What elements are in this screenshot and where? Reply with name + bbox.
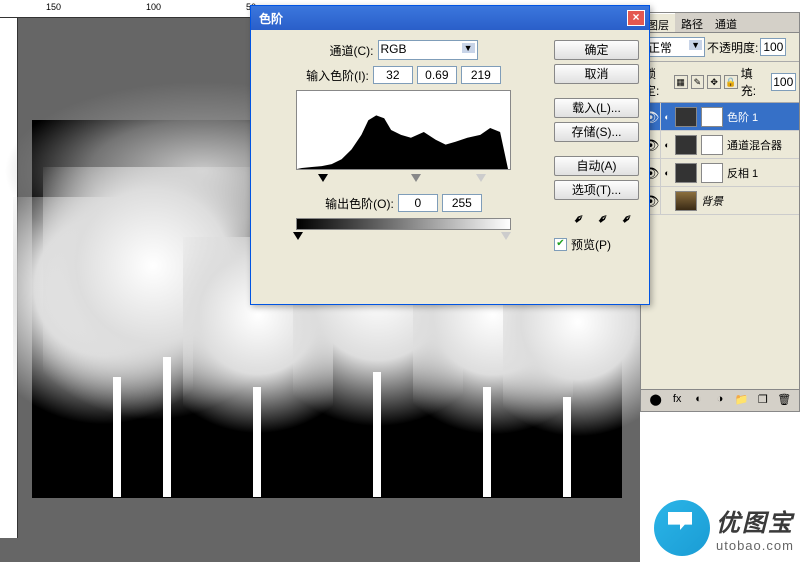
fill-label: 填充: <box>741 65 768 99</box>
levels-dialog: 色阶 × 通道(C): RGB 输入色阶(I): 32 0.69 219 <box>250 5 650 305</box>
ruler-mark: 150 <box>46 2 61 12</box>
input-slider[interactable] <box>296 174 511 186</box>
lock-all-icon[interactable]: 🔒 <box>724 75 738 89</box>
output-black-slider[interactable] <box>293 232 303 240</box>
preview-checkbox[interactable]: ✔ <box>554 238 567 251</box>
load-button[interactable]: 载入(L)... <box>554 98 639 118</box>
fx-icon[interactable]: fx <box>669 393 685 409</box>
panel-footer: ⬤ fx ◐ ◑ 📁 ❐ 🗑 <box>641 389 799 411</box>
auto-button[interactable]: 自动(A) <box>554 156 639 176</box>
layer-item[interactable]: 👁 背景 <box>641 187 799 215</box>
layer-item[interactable]: 👁 ◐ 通道混合器 <box>641 131 799 159</box>
layer-item[interactable]: 👁 ◐ 反相 1 <box>641 159 799 187</box>
trunk <box>163 357 171 497</box>
opacity-label: 不透明度: <box>707 39 758 56</box>
blend-mode-value: 正常 <box>648 41 672 55</box>
layer-name: 反相 1 <box>725 165 758 181</box>
input-white-field[interactable]: 219 <box>461 66 501 84</box>
lock-transparency-icon[interactable]: ▦ <box>674 75 688 89</box>
output-white-field[interactable]: 255 <box>442 194 482 212</box>
mask-icon[interactable]: ◐ <box>691 393 707 409</box>
ok-button[interactable]: 确定 <box>554 40 639 60</box>
eyedropper-black-icon[interactable]: ✒ <box>569 204 594 229</box>
input-levels-label: 输入色阶(I): <box>306 67 369 84</box>
dialog-title: 色阶 <box>255 10 283 27</box>
layers-panel: 图层 路径 通道 正常 不透明度: 100 锁定: ▦ ✎ ✥ 🔒 填充: 10… <box>640 12 800 412</box>
adjustment-icon: ◐ <box>661 168 673 178</box>
output-levels-label: 输出色阶(O): <box>325 195 394 212</box>
input-gamma-field[interactable]: 0.69 <box>417 66 457 84</box>
channel-select[interactable]: RGB <box>378 40 478 60</box>
adjustment-icon: ◐ <box>661 112 673 122</box>
layer-thumb <box>675 163 697 183</box>
output-black-field[interactable]: 0 <box>398 194 438 212</box>
black-point-slider[interactable] <box>318 174 328 182</box>
output-white-slider[interactable] <box>501 232 511 240</box>
blend-mode-select[interactable]: 正常 <box>645 37 705 57</box>
opacity-field[interactable]: 100 <box>760 38 786 56</box>
preview-label: 预览(P) <box>571 236 611 253</box>
lock-brush-icon[interactable]: ✎ <box>691 75 705 89</box>
eyedropper-gray-icon[interactable]: ✒ <box>593 204 618 229</box>
ruler-mark: 100 <box>146 2 161 12</box>
brand-watermark: 优图宝 utobao.com <box>654 500 794 556</box>
layer-name: 通道混合器 <box>725 137 782 153</box>
eyedropper-white-icon[interactable]: ✒ <box>617 204 642 229</box>
options-button[interactable]: 选项(T)... <box>554 180 639 200</box>
layer-name: 色阶 1 <box>725 109 758 125</box>
white-point-slider[interactable] <box>476 174 486 182</box>
layer-name: 背景 <box>699 193 723 209</box>
trunk <box>373 372 381 497</box>
mask-thumb <box>701 135 723 155</box>
save-button[interactable]: 存储(S)... <box>554 122 639 142</box>
lock-move-icon[interactable]: ✥ <box>707 75 721 89</box>
layer-thumb <box>675 107 697 127</box>
output-slider[interactable] <box>296 232 511 244</box>
dialog-titlebar[interactable]: 色阶 × <box>251 6 649 30</box>
layer-item[interactable]: 👁 ◐ 色阶 1 <box>641 103 799 131</box>
tab-paths[interactable]: 路径 <box>675 13 709 32</box>
brand-cn: 优图宝 <box>716 503 794 538</box>
fill-field[interactable]: 100 <box>771 73 796 91</box>
folder-icon[interactable]: 📁 <box>733 393 749 409</box>
mask-thumb <box>701 163 723 183</box>
gamma-slider[interactable] <box>411 174 421 182</box>
histogram <box>296 90 511 170</box>
mask-thumb <box>701 107 723 127</box>
input-black-field[interactable]: 32 <box>373 66 413 84</box>
trunk <box>483 387 491 497</box>
adjustment-icon: ◐ <box>661 140 673 150</box>
channel-label: 通道(C): <box>330 42 374 59</box>
new-layer-icon[interactable]: ❐ <box>755 393 771 409</box>
link-icon[interactable]: ⬤ <box>648 393 664 409</box>
trunk <box>563 397 571 497</box>
layer-thumb <box>675 191 697 211</box>
adjustment-new-icon[interactable]: ◑ <box>712 393 728 409</box>
close-button[interactable]: × <box>627 10 645 26</box>
channel-value: RGB <box>381 42 407 56</box>
brand-en: utobao.com <box>716 538 794 553</box>
trunk <box>253 387 261 497</box>
trash-icon[interactable]: 🗑 <box>776 393 792 409</box>
trunk <box>113 377 121 497</box>
brand-logo-icon <box>654 500 710 556</box>
layer-thumb <box>675 135 697 155</box>
output-gradient <box>296 218 511 230</box>
tab-channels[interactable]: 通道 <box>709 13 743 32</box>
cancel-button[interactable]: 取消 <box>554 64 639 84</box>
